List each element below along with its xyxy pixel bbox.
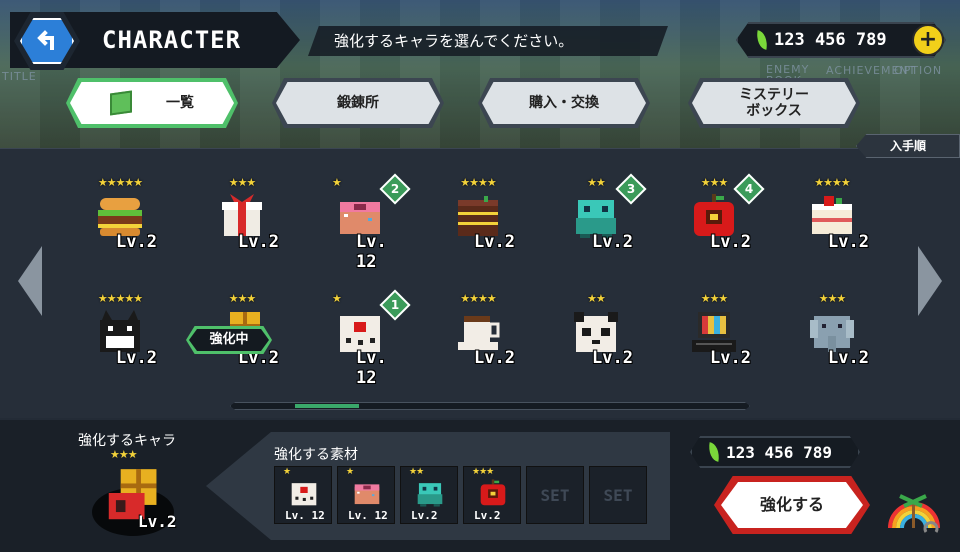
tab-list[interactable]: 一覧 [66, 78, 238, 128]
apple-sprite [480, 479, 506, 506]
character-card[interactable]: ★★ Lv.2 [546, 292, 646, 392]
materials-label: 強化する素材 [274, 447, 358, 463]
leaf-coin-icon [706, 442, 722, 462]
rarity-stars: ★★★ [472, 467, 494, 477]
character-card[interactable]: ★ Lv. 12 1 [310, 289, 411, 392]
character-level: Lv.2 [828, 348, 869, 368]
rarity-stars: ★ [346, 467, 354, 477]
set-placeholder: SET [540, 486, 570, 505]
tab-label: 購入・交換 [529, 95, 599, 111]
character-card[interactable]: ★★★ Lv.2 [664, 292, 764, 392]
character-card[interactable]: ★★★★ Lv.2 [782, 176, 882, 276]
empty-material-slot[interactable]: SET [589, 466, 647, 524]
material-level: Lv.2 [411, 509, 438, 522]
material-slot[interactable]: ★ Lv. 12 [274, 466, 332, 524]
selected-character-level: Lv.2 [138, 512, 177, 531]
selected-character-stars: ★★★ [110, 448, 138, 461]
rarity-stars: ★★★ [228, 292, 257, 305]
material-level: Lv. 12 [285, 509, 325, 522]
character-level: Lv.2 [238, 232, 279, 252]
donut-sprite [354, 484, 380, 505]
character-level: Lv.2 [116, 232, 157, 252]
page-title: CHARACTER [102, 26, 242, 54]
coin-value: 123 456 789 [774, 30, 887, 50]
character-card[interactable]: ★★★ Lv.2 4 [664, 173, 765, 276]
tab-label: 鍛錬所 [337, 95, 379, 111]
add-coins-button[interactable]: + [912, 24, 944, 56]
teal-robot-sprite [417, 483, 443, 507]
set-placeholder: SET [603, 486, 633, 505]
rarity-stars: ★★★★ [460, 176, 496, 189]
tab-label: ミステリー ボックス [739, 87, 809, 119]
tab-shop[interactable]: 購入・交換 [478, 78, 650, 128]
sort-button[interactable]: 入手順 [856, 134, 960, 158]
enhance-cost-counter: 123 456 789 [690, 436, 860, 468]
game-screen: { "header": { "title": "CHARACTER", "ins… [0, 0, 960, 552]
rarity-stars: ★★★★★ [97, 176, 143, 189]
character-level: Lv. 12 [356, 232, 387, 272]
rarity-stars: ★★★ [818, 292, 847, 305]
material-level: Lv. 12 [348, 509, 388, 522]
character-card[interactable]: ★ Lv. 12 2 [310, 173, 411, 276]
material-slot[interactable]: ★★★ Lv.2 [463, 466, 521, 524]
enhance-button-label: 強化する [721, 482, 863, 528]
character-card[interactable]: ★★★★★ Lv.2 [70, 176, 170, 276]
character-card[interactable]: ★★★★ Lv.2 [428, 176, 528, 276]
character-card[interactable]: ★★ Lv.2 3 [546, 173, 647, 276]
ghost-label-option: OPTION [894, 64, 943, 77]
scroll-thumb[interactable] [295, 404, 359, 408]
material-slot[interactable]: ★★ Lv.2 [400, 466, 458, 524]
tab-label: 一覧 [166, 95, 194, 111]
character-card[interactable]: ★★★★ Lv.2 [428, 292, 528, 392]
plus-icon: + [918, 27, 938, 52]
tab-mystery-box[interactable]: ミステリー ボックス [688, 78, 860, 128]
rarity-stars: ★★★★★ [97, 292, 143, 305]
instruction-text: 強化するキャラを選んでください。 [308, 26, 668, 56]
character-level: Lv.2 [710, 348, 751, 368]
character-level: Lv.2 [474, 232, 515, 252]
ghost-label-title: TITLE [2, 70, 37, 83]
character-level: Lv. 12 [356, 348, 387, 388]
character-level: Lv.2 [592, 348, 633, 368]
character-card[interactable]: ★★★ Lv.2 [782, 292, 882, 392]
grid-scrollbar[interactable] [230, 402, 750, 410]
leaf-coin-icon [754, 30, 770, 50]
selected-character-label: 強化するキャラ [78, 433, 176, 449]
character-level: Lv.2 [710, 232, 751, 252]
rarity-stars: ★★ [587, 292, 606, 305]
character-level: Lv.2 [592, 232, 633, 252]
enhancing-tag-label: 強化中 [189, 329, 269, 351]
studio-logo-icon [888, 494, 940, 533]
material-slot[interactable]: ★ Lv. 12 [337, 466, 395, 524]
empty-material-slot[interactable]: SET [526, 466, 584, 524]
rarity-stars: ★★ [409, 467, 424, 477]
tab-training[interactable]: 鍛錬所 [272, 78, 444, 128]
rarity-stars: ★★★★ [814, 176, 850, 189]
rarity-stars: ★★★★ [460, 292, 496, 305]
enhance-cost-value: 123 456 789 [726, 442, 832, 462]
rarity-stars: ★ [283, 467, 291, 477]
enhancing-tag: 強化中 [186, 326, 272, 354]
cube-icon [110, 90, 132, 116]
rarity-stars: ★★★ [228, 176, 257, 189]
character-level: Lv.2 [116, 348, 157, 368]
back-arrow-icon [37, 30, 54, 50]
dice-sprite [291, 483, 317, 506]
rarity-stars: ★★★ [700, 292, 729, 305]
character-level: Lv.2 [474, 348, 515, 368]
character-card[interactable]: ★★★ Lv.2 [192, 176, 292, 276]
material-level: Lv.2 [474, 509, 501, 522]
character-level: Lv.2 [828, 232, 869, 252]
character-card[interactable]: ★★★★★ Lv.2 [70, 292, 170, 392]
enhance-button[interactable]: 強化する [714, 476, 870, 534]
